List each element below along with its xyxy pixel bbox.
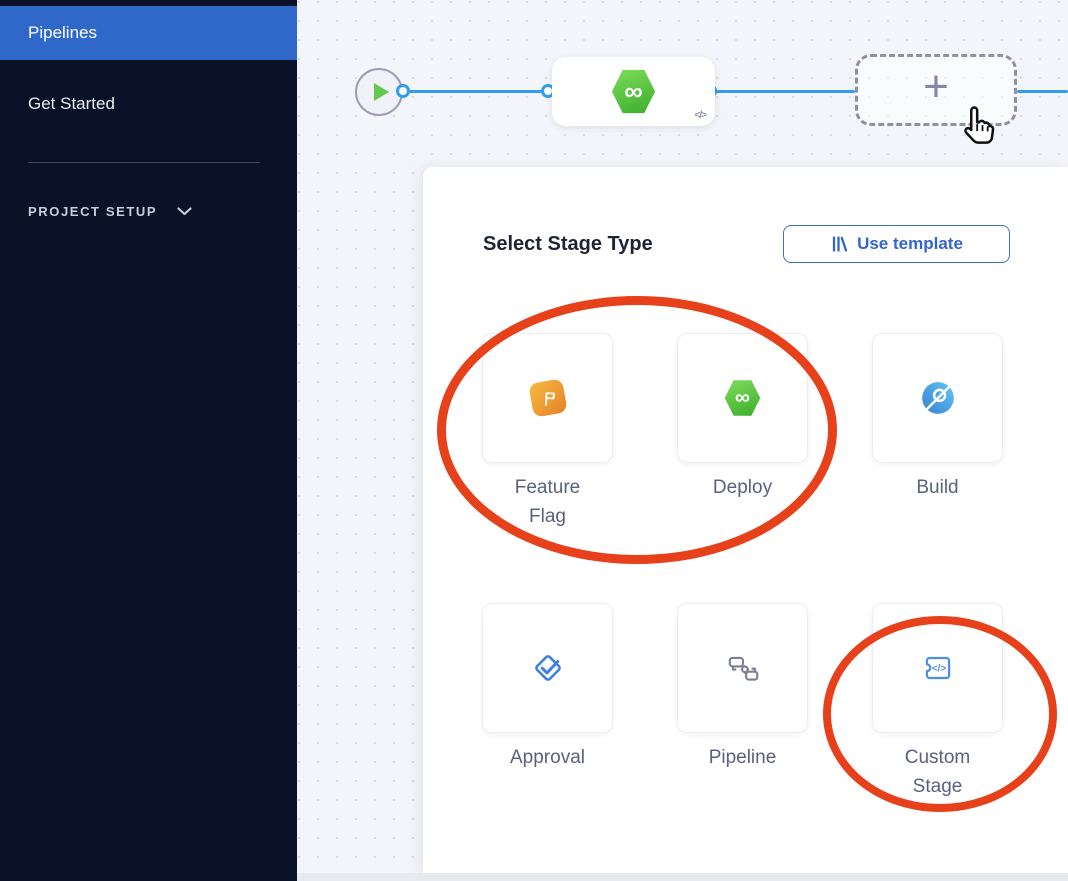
pipeline-icon (724, 649, 762, 687)
code-glyph: </> (931, 664, 946, 675)
deploy-icon: ∞ (724, 380, 761, 417)
build-icon (919, 379, 957, 417)
stage-card-deploy[interactable]: ∞ (677, 333, 808, 463)
use-template-button[interactable]: Use template (783, 225, 1010, 263)
sidebar-item-label: Pipelines (28, 23, 97, 43)
stage-label: Build (872, 473, 1003, 502)
bottom-edge-strip (297, 873, 1068, 881)
stage-label: Feature Flag (482, 473, 613, 531)
add-stage-button[interactable]: + (855, 54, 1017, 126)
sidebar-item-label: Get Started (28, 94, 115, 114)
sidebar-divider (28, 162, 260, 163)
section-label: PROJECT SETUP (28, 204, 157, 219)
feature-flag-icon (528, 378, 567, 417)
deploy-stage-node[interactable]: ∞ </> (552, 57, 715, 126)
stage-card-pipeline[interactable] (677, 603, 808, 733)
template-library-icon (830, 235, 848, 253)
panel-title: Select Stage Type (483, 225, 653, 263)
sidebar-section-project-setup[interactable]: PROJECT SETUP (28, 204, 192, 219)
stage-label: Pipeline (677, 743, 808, 772)
stage-select-panel: Select Stage Type Use template ∞ (423, 167, 1068, 873)
stage-label: Custom Stage (872, 743, 1003, 801)
deploy-icon: ∞ (611, 69, 656, 114)
sidebar-item-get-started[interactable]: Get Started (0, 82, 297, 126)
stage-card-build[interactable] (872, 333, 1003, 463)
approval-icon (529, 649, 567, 687)
app-window: Pipelines Get Started PROJECT SETUP ∞ </… (0, 0, 1068, 881)
stage-label: Approval (482, 743, 613, 772)
sidebar-item-pipelines[interactable]: Pipelines (0, 6, 297, 60)
stage-card-custom[interactable]: </> (872, 603, 1003, 733)
pipeline-edge (710, 90, 855, 93)
pipeline-edge (403, 90, 548, 93)
chevron-down-icon (177, 207, 192, 216)
use-template-label: Use template (857, 234, 963, 254)
infinity-glyph: ∞ (735, 387, 750, 408)
sidebar: Pipelines Get Started PROJECT SETUP (0, 0, 297, 881)
code-icon: </> (695, 110, 706, 121)
pipeline-edge (1017, 90, 1068, 93)
stage-label: Deploy (677, 473, 808, 502)
plus-icon: + (923, 65, 949, 109)
connector-port (396, 84, 410, 98)
play-icon (374, 83, 389, 101)
custom-stage-icon: </> (919, 649, 957, 687)
infinity-glyph: ∞ (624, 78, 643, 104)
stage-card-feature-flag[interactable] (482, 333, 613, 463)
stage-card-approval[interactable] (482, 603, 613, 733)
